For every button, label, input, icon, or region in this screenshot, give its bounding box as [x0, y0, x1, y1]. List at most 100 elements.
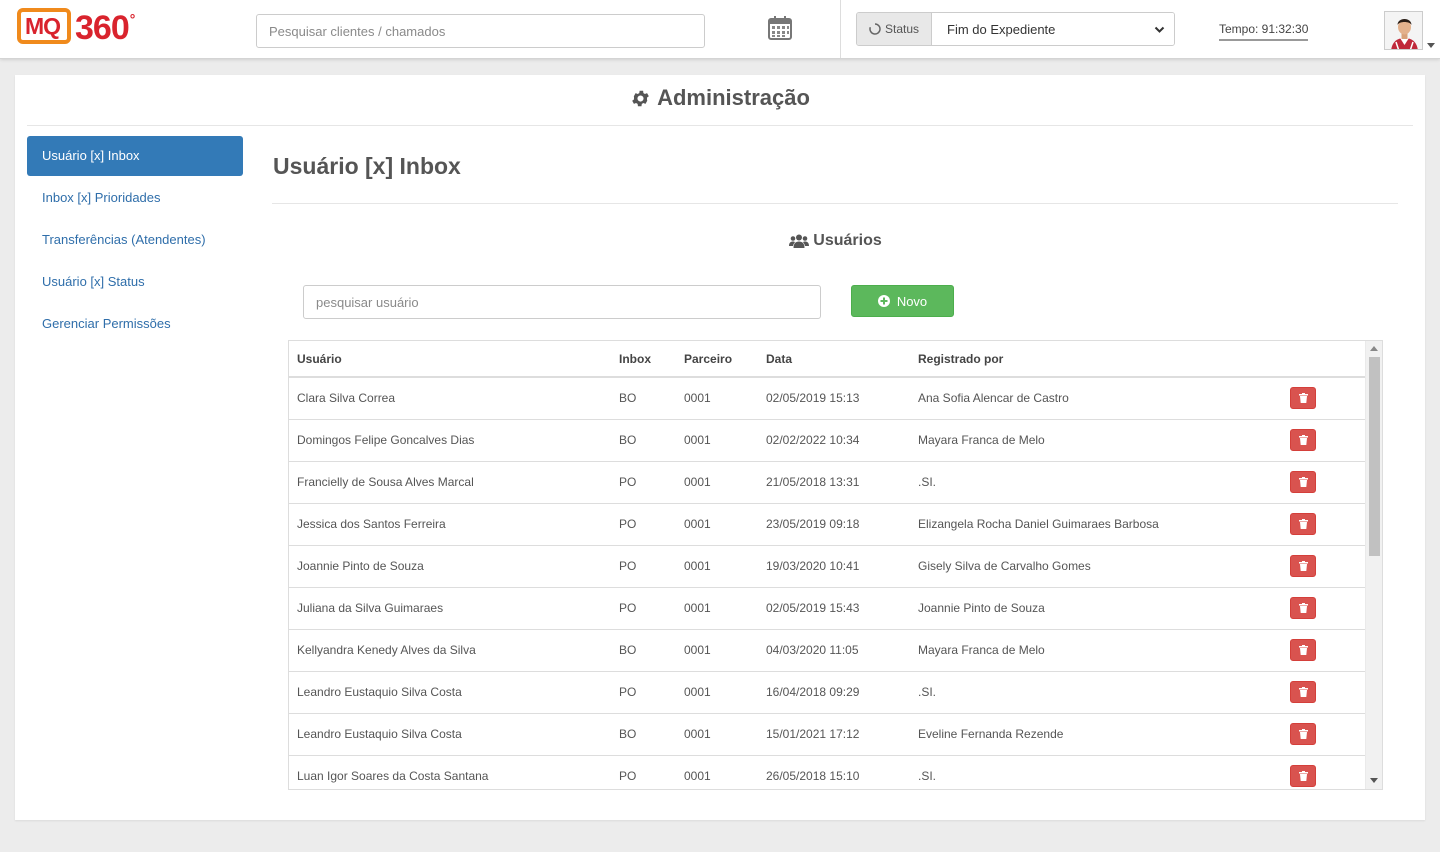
cell-actions	[1282, 713, 1366, 756]
column-header-usuario[interactable]: Usuário	[289, 341, 611, 378]
cell-inbox: PO	[611, 545, 676, 588]
cell-usuario: Juliana da Silva Guimaraes	[289, 587, 611, 630]
new-user-button[interactable]: Novo	[851, 285, 954, 317]
cell-usuario: Leandro Eustaquio Silva Costa	[289, 671, 611, 714]
delete-button[interactable]	[1290, 513, 1316, 535]
cell-inbox: BO	[611, 377, 676, 420]
cell-registrado-por: Elizangela Rocha Daniel Guimaraes Barbos…	[910, 503, 1282, 546]
scroll-down-arrow[interactable]	[1370, 778, 1378, 783]
cell-actions	[1282, 755, 1366, 789]
client-search-input[interactable]	[256, 14, 705, 48]
cell-parceiro: 0001	[676, 545, 758, 588]
cell-usuario: Domingos Felipe Goncalves Dias	[289, 419, 611, 462]
trash-icon	[1298, 603, 1308, 613]
cell-registrado-por: Mayara Franca de Melo	[910, 419, 1282, 462]
cell-actions	[1282, 377, 1366, 420]
cell-usuario: Francielly de Sousa Alves Marcal	[289, 461, 611, 504]
delete-button[interactable]	[1290, 765, 1316, 787]
delete-button[interactable]	[1290, 555, 1316, 577]
table-row: Clara Silva Correa BO 0001 02/05/2019 15…	[289, 377, 1366, 420]
new-user-button-label: Novo	[896, 293, 928, 309]
delete-button[interactable]	[1290, 597, 1316, 619]
column-header-registrado-por[interactable]: Registrado por	[910, 341, 1282, 378]
delete-button[interactable]	[1290, 639, 1316, 661]
cell-data: 26/05/2018 15:10	[758, 755, 910, 789]
table-scrollbar[interactable]	[1365, 341, 1382, 789]
calendar-icon[interactable]	[767, 15, 793, 41]
cell-registrado-por: .SI.	[910, 671, 1282, 714]
column-header-parceiro[interactable]: Parceiro	[676, 341, 758, 378]
column-header-inbox[interactable]: Inbox	[611, 341, 676, 378]
cell-registrado-por: Ana Sofia Alencar de Castro	[910, 377, 1282, 420]
gear-icon	[632, 90, 649, 106]
avatar[interactable]	[1384, 11, 1423, 50]
cell-parceiro: 0001	[676, 629, 758, 672]
cell-inbox: BO	[611, 713, 676, 756]
delete-button[interactable]	[1290, 681, 1316, 703]
avatar-menu-caret[interactable]	[1427, 43, 1435, 48]
cell-usuario: Luan Igor Soares da Costa Santana	[289, 755, 611, 789]
cell-registrado-por: Joannie Pinto de Souza	[910, 587, 1282, 630]
cell-usuario: Kellyandra Kenedy Alves da Silva	[289, 629, 611, 672]
cell-parceiro: 0001	[676, 419, 758, 462]
delete-button[interactable]	[1290, 723, 1316, 745]
cell-actions	[1282, 629, 1366, 672]
logo-360-text: 360	[75, 9, 130, 47]
delete-button[interactable]	[1290, 387, 1316, 410]
trash-icon	[1298, 435, 1308, 445]
status-selector: Status Fim do Expediente	[856, 12, 1175, 46]
trash-icon	[1298, 519, 1308, 529]
section-divider	[272, 203, 1398, 204]
plus-circle-icon	[877, 295, 890, 307]
column-header-actions	[1282, 341, 1366, 378]
logo-mq-text: MQ	[25, 13, 61, 39]
column-header-data[interactable]: Data	[758, 341, 910, 378]
cell-usuario: Joannie Pinto de Souza	[289, 545, 611, 588]
title-divider	[27, 125, 1413, 126]
cell-parceiro: 0001	[676, 461, 758, 504]
scroll-thumb[interactable]	[1369, 357, 1380, 556]
cell-registrado-por: Eveline Fernanda Rezende	[910, 713, 1282, 756]
sidebar-item-usuario-status[interactable]: Usuário [x] Status	[27, 262, 243, 302]
user-search-input[interactable]	[303, 285, 821, 319]
trash-icon	[1298, 729, 1308, 739]
session-timer: Tempo: 91:32:30	[1219, 22, 1309, 41]
users-table-container: Usuário Inbox Parceiro Data Registrado p…	[288, 340, 1383, 790]
trash-icon	[1298, 771, 1308, 781]
page-title-text: Administração	[657, 85, 810, 110]
cell-data: 15/01/2021 17:12	[758, 713, 910, 756]
scroll-up-arrow[interactable]	[1370, 346, 1378, 351]
delete-button[interactable]	[1290, 471, 1316, 493]
admin-panel: Administração Usuário [x] Inbox Inbox [x…	[15, 75, 1425, 820]
sidebar-item-inbox-prioridades[interactable]: Inbox [x] Prioridades	[27, 178, 243, 218]
sidebar-item-transferencias[interactable]: Transferências (Atendentes)	[27, 220, 243, 260]
trash-icon	[1298, 477, 1308, 487]
cell-actions	[1282, 587, 1366, 630]
trash-icon	[1298, 393, 1308, 404]
delete-button[interactable]	[1290, 429, 1316, 451]
logo[interactable]: MQ 360 °	[17, 8, 135, 48]
sidebar-item-gerenciar-permissoes[interactable]: Gerenciar Permissões	[27, 304, 243, 344]
cell-parceiro: 0001	[676, 755, 758, 789]
cell-actions	[1282, 671, 1366, 714]
table-row: Francielly de Sousa Alves Marcal PO 0001…	[289, 461, 1366, 504]
users-table: Usuário Inbox Parceiro Data Registrado p…	[289, 341, 1366, 789]
cell-data: 16/04/2018 09:29	[758, 671, 910, 714]
cell-registrado-por: .SI.	[910, 461, 1282, 504]
header-divider	[840, 0, 841, 58]
sidebar-item-usuario-inbox[interactable]: Usuário [x] Inbox	[27, 136, 243, 176]
cell-parceiro: 0001	[676, 671, 758, 714]
status-select[interactable]: Fim do Expediente	[932, 13, 1174, 45]
cell-inbox: PO	[611, 671, 676, 714]
table-row: Jessica dos Santos Ferreira PO 0001 23/0…	[289, 503, 1366, 546]
cell-parceiro: 0001	[676, 503, 758, 546]
table-header-row: Usuário Inbox Parceiro Data Registrado p…	[289, 341, 1366, 378]
cell-data: 23/05/2019 09:18	[758, 503, 910, 546]
cell-actions	[1282, 419, 1366, 462]
section-title: Usuário [x] Inbox	[273, 153, 461, 179]
cell-inbox: PO	[611, 755, 676, 789]
spinner-icon	[869, 23, 881, 35]
cell-inbox: PO	[611, 461, 676, 504]
subsection-title-text: Usuários	[813, 232, 882, 249]
cell-inbox: BO	[611, 419, 676, 462]
